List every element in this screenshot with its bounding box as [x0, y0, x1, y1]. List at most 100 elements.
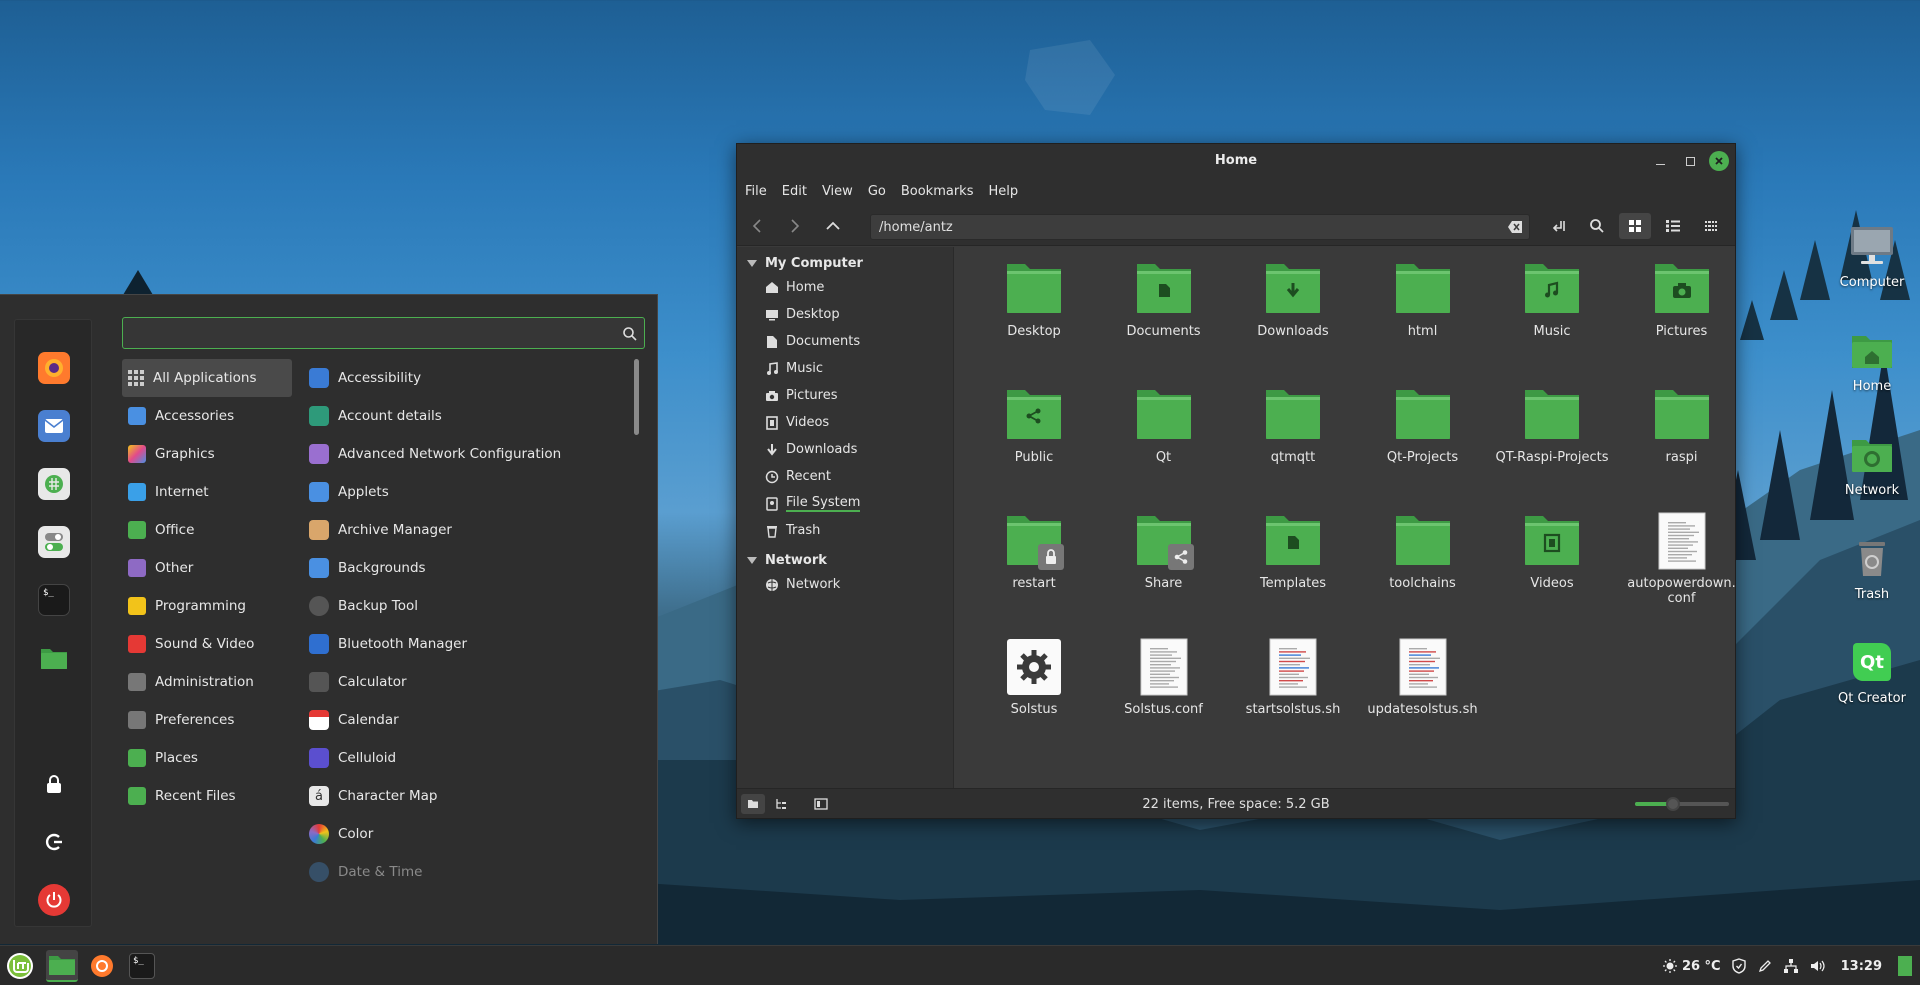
menu-search-input[interactable]	[123, 318, 644, 348]
desktop-icon-computer[interactable]: Computer	[1824, 223, 1920, 290]
favorite-settings[interactable]	[38, 526, 70, 558]
menu-go[interactable]: Go	[868, 184, 895, 199]
sidebar-item-file-system[interactable]: File System	[737, 490, 953, 517]
file-item-autopowerdown-conf[interactable]: autopowerdown. conf	[1618, 512, 1746, 606]
file-item-desktop[interactable]: Desktop	[970, 260, 1098, 339]
file-item-qtmqtt[interactable]: qtmqtt	[1229, 386, 1357, 465]
panel-menu-button[interactable]	[4, 950, 36, 982]
favorite-files[interactable]	[38, 642, 70, 674]
panel-firefox-button[interactable]	[86, 950, 118, 982]
desktop-icon-network[interactable]: Network	[1824, 431, 1920, 498]
category-internet[interactable]: Internet	[122, 473, 292, 511]
app-calculator[interactable]: Calculator	[305, 663, 625, 701]
app-account-details[interactable]: Account details	[305, 397, 625, 435]
category-administration[interactable]: Administration	[122, 663, 292, 701]
file-item-templates[interactable]: Templates	[1229, 512, 1357, 591]
sidebar-item-recent[interactable]: Recent	[737, 463, 953, 490]
sidebar-item-home[interactable]: Home	[737, 274, 953, 301]
search-button[interactable]	[1581, 213, 1613, 239]
favorite-firefox[interactable]	[38, 352, 70, 384]
file-item-downloads[interactable]: Downloads	[1229, 260, 1357, 339]
sidebar-section-network[interactable]: Network	[737, 549, 953, 571]
category-office[interactable]: Office	[122, 511, 292, 549]
favorite-logout[interactable]	[38, 826, 70, 858]
up-button[interactable]	[819, 214, 847, 238]
sidebar-section-my-computer[interactable]: My Computer	[737, 252, 953, 274]
app-backup-tool[interactable]: Backup Tool	[305, 587, 625, 625]
app-list-scrollbar[interactable]	[634, 359, 639, 435]
app-applets[interactable]: Applets	[305, 473, 625, 511]
sidebar-item-downloads[interactable]: Downloads	[737, 436, 953, 463]
weather-temperature[interactable]: 26 °C	[1682, 959, 1721, 974]
network-wired-icon[interactable]	[1783, 958, 1799, 974]
compact-view-button[interactable]	[1695, 213, 1727, 239]
category-programming[interactable]: Programming	[122, 587, 292, 625]
show-desktop-button[interactable]	[1898, 956, 1912, 976]
favorite-spreadsheet[interactable]	[38, 468, 70, 500]
file-item-videos[interactable]: Videos	[1488, 512, 1616, 591]
file-item-qt-raspi-projects[interactable]: QT-Raspi-Projects	[1488, 386, 1616, 465]
icon-view-button[interactable]	[1619, 213, 1651, 239]
location-bar[interactable]: /home/antz	[870, 214, 1530, 240]
app-bluetooth-manager[interactable]: Bluetooth Manager	[305, 625, 625, 663]
maximize-button[interactable]	[1679, 150, 1701, 172]
zoom-slider[interactable]	[1635, 797, 1729, 811]
file-item-html[interactable]: html	[1359, 260, 1487, 339]
file-item-toolchains[interactable]: toolchains	[1359, 512, 1487, 591]
panel-terminal-button[interactable]: $_	[126, 950, 158, 982]
volume-icon[interactable]	[1809, 958, 1825, 974]
app-advanced-network-configuration[interactable]: Advanced Network Configuration	[305, 435, 625, 473]
file-item-solstus-conf[interactable]: Solstus.conf	[1100, 638, 1228, 717]
app-color[interactable]: Color	[305, 815, 625, 853]
app-backgrounds[interactable]: Backgrounds	[305, 549, 625, 587]
desktop-icon-qt-creator[interactable]: Qt Qt Creator	[1824, 639, 1920, 706]
app-celluloid[interactable]: Celluloid	[305, 739, 625, 777]
sidebar-item-trash[interactable]: Trash	[737, 517, 953, 544]
favorite-power[interactable]	[38, 884, 70, 916]
category-graphics[interactable]: Graphics	[122, 435, 292, 473]
window-titlebar[interactable]: Home	[737, 144, 1735, 177]
menu-view[interactable]: View	[822, 184, 862, 199]
app-accessibility[interactable]: Accessibility	[305, 359, 625, 397]
category-all-applications[interactable]: All Applications	[122, 359, 292, 397]
file-item-pictures[interactable]: Pictures	[1618, 260, 1746, 339]
menu-bookmarks[interactable]: Bookmarks	[901, 184, 983, 199]
clock[interactable]: 13:29	[1841, 959, 1882, 974]
file-item-updatesolstus-sh[interactable]: updatesolstus.sh	[1359, 638, 1487, 717]
menu-file[interactable]: File	[745, 184, 776, 199]
minimize-button[interactable]	[1649, 150, 1671, 172]
category-places[interactable]: Places	[122, 739, 292, 777]
favorite-terminal[interactable]: $_	[38, 584, 70, 616]
app-date-time[interactable]: Date & Time	[305, 853, 625, 891]
file-item-documents[interactable]: Documents	[1100, 260, 1228, 339]
category-sound-video[interactable]: Sound & Video	[122, 625, 292, 663]
file-item-qt-projects[interactable]: Qt-Projects	[1359, 386, 1487, 465]
file-item-restart[interactable]: restart	[970, 512, 1098, 591]
shield-icon[interactable]	[1731, 958, 1747, 974]
category-preferences[interactable]: Preferences	[122, 701, 292, 739]
back-button[interactable]	[743, 214, 771, 238]
desktop-icon-home[interactable]: Home	[1824, 327, 1920, 394]
app-calendar[interactable]: Calendar	[305, 701, 625, 739]
desktop-icon-trash[interactable]: Trash	[1824, 535, 1920, 602]
sidebar-item-desktop[interactable]: Desktop	[737, 301, 953, 328]
zoom-slider-handle[interactable]	[1665, 797, 1680, 811]
menu-help[interactable]: Help	[988, 184, 1027, 199]
file-item-raspi[interactable]: raspi	[1618, 386, 1746, 465]
clear-location-icon[interactable]	[1507, 220, 1523, 234]
file-item-startsolstus-sh[interactable]: startsolstus.sh	[1229, 638, 1357, 717]
category-accessories[interactable]: Accessories	[122, 397, 292, 435]
pen-icon[interactable]	[1757, 958, 1773, 974]
favorite-lock-screen[interactable]	[38, 768, 70, 800]
file-item-public[interactable]: Public	[970, 386, 1098, 465]
toggle-location-button[interactable]	[1543, 213, 1575, 239]
sidebar-item-documents[interactable]: Documents	[737, 328, 953, 355]
close-button[interactable]	[1709, 151, 1729, 171]
app-archive-manager[interactable]: Archive Manager	[305, 511, 625, 549]
sidebar-item-pictures[interactable]: Pictures	[737, 382, 953, 409]
sidebar-item-network[interactable]: Network	[737, 571, 953, 598]
category-other[interactable]: Other	[122, 549, 292, 587]
list-view-button[interactable]	[1657, 213, 1689, 239]
file-item-share[interactable]: Share	[1100, 512, 1228, 591]
panel-files-button[interactable]	[46, 950, 78, 982]
